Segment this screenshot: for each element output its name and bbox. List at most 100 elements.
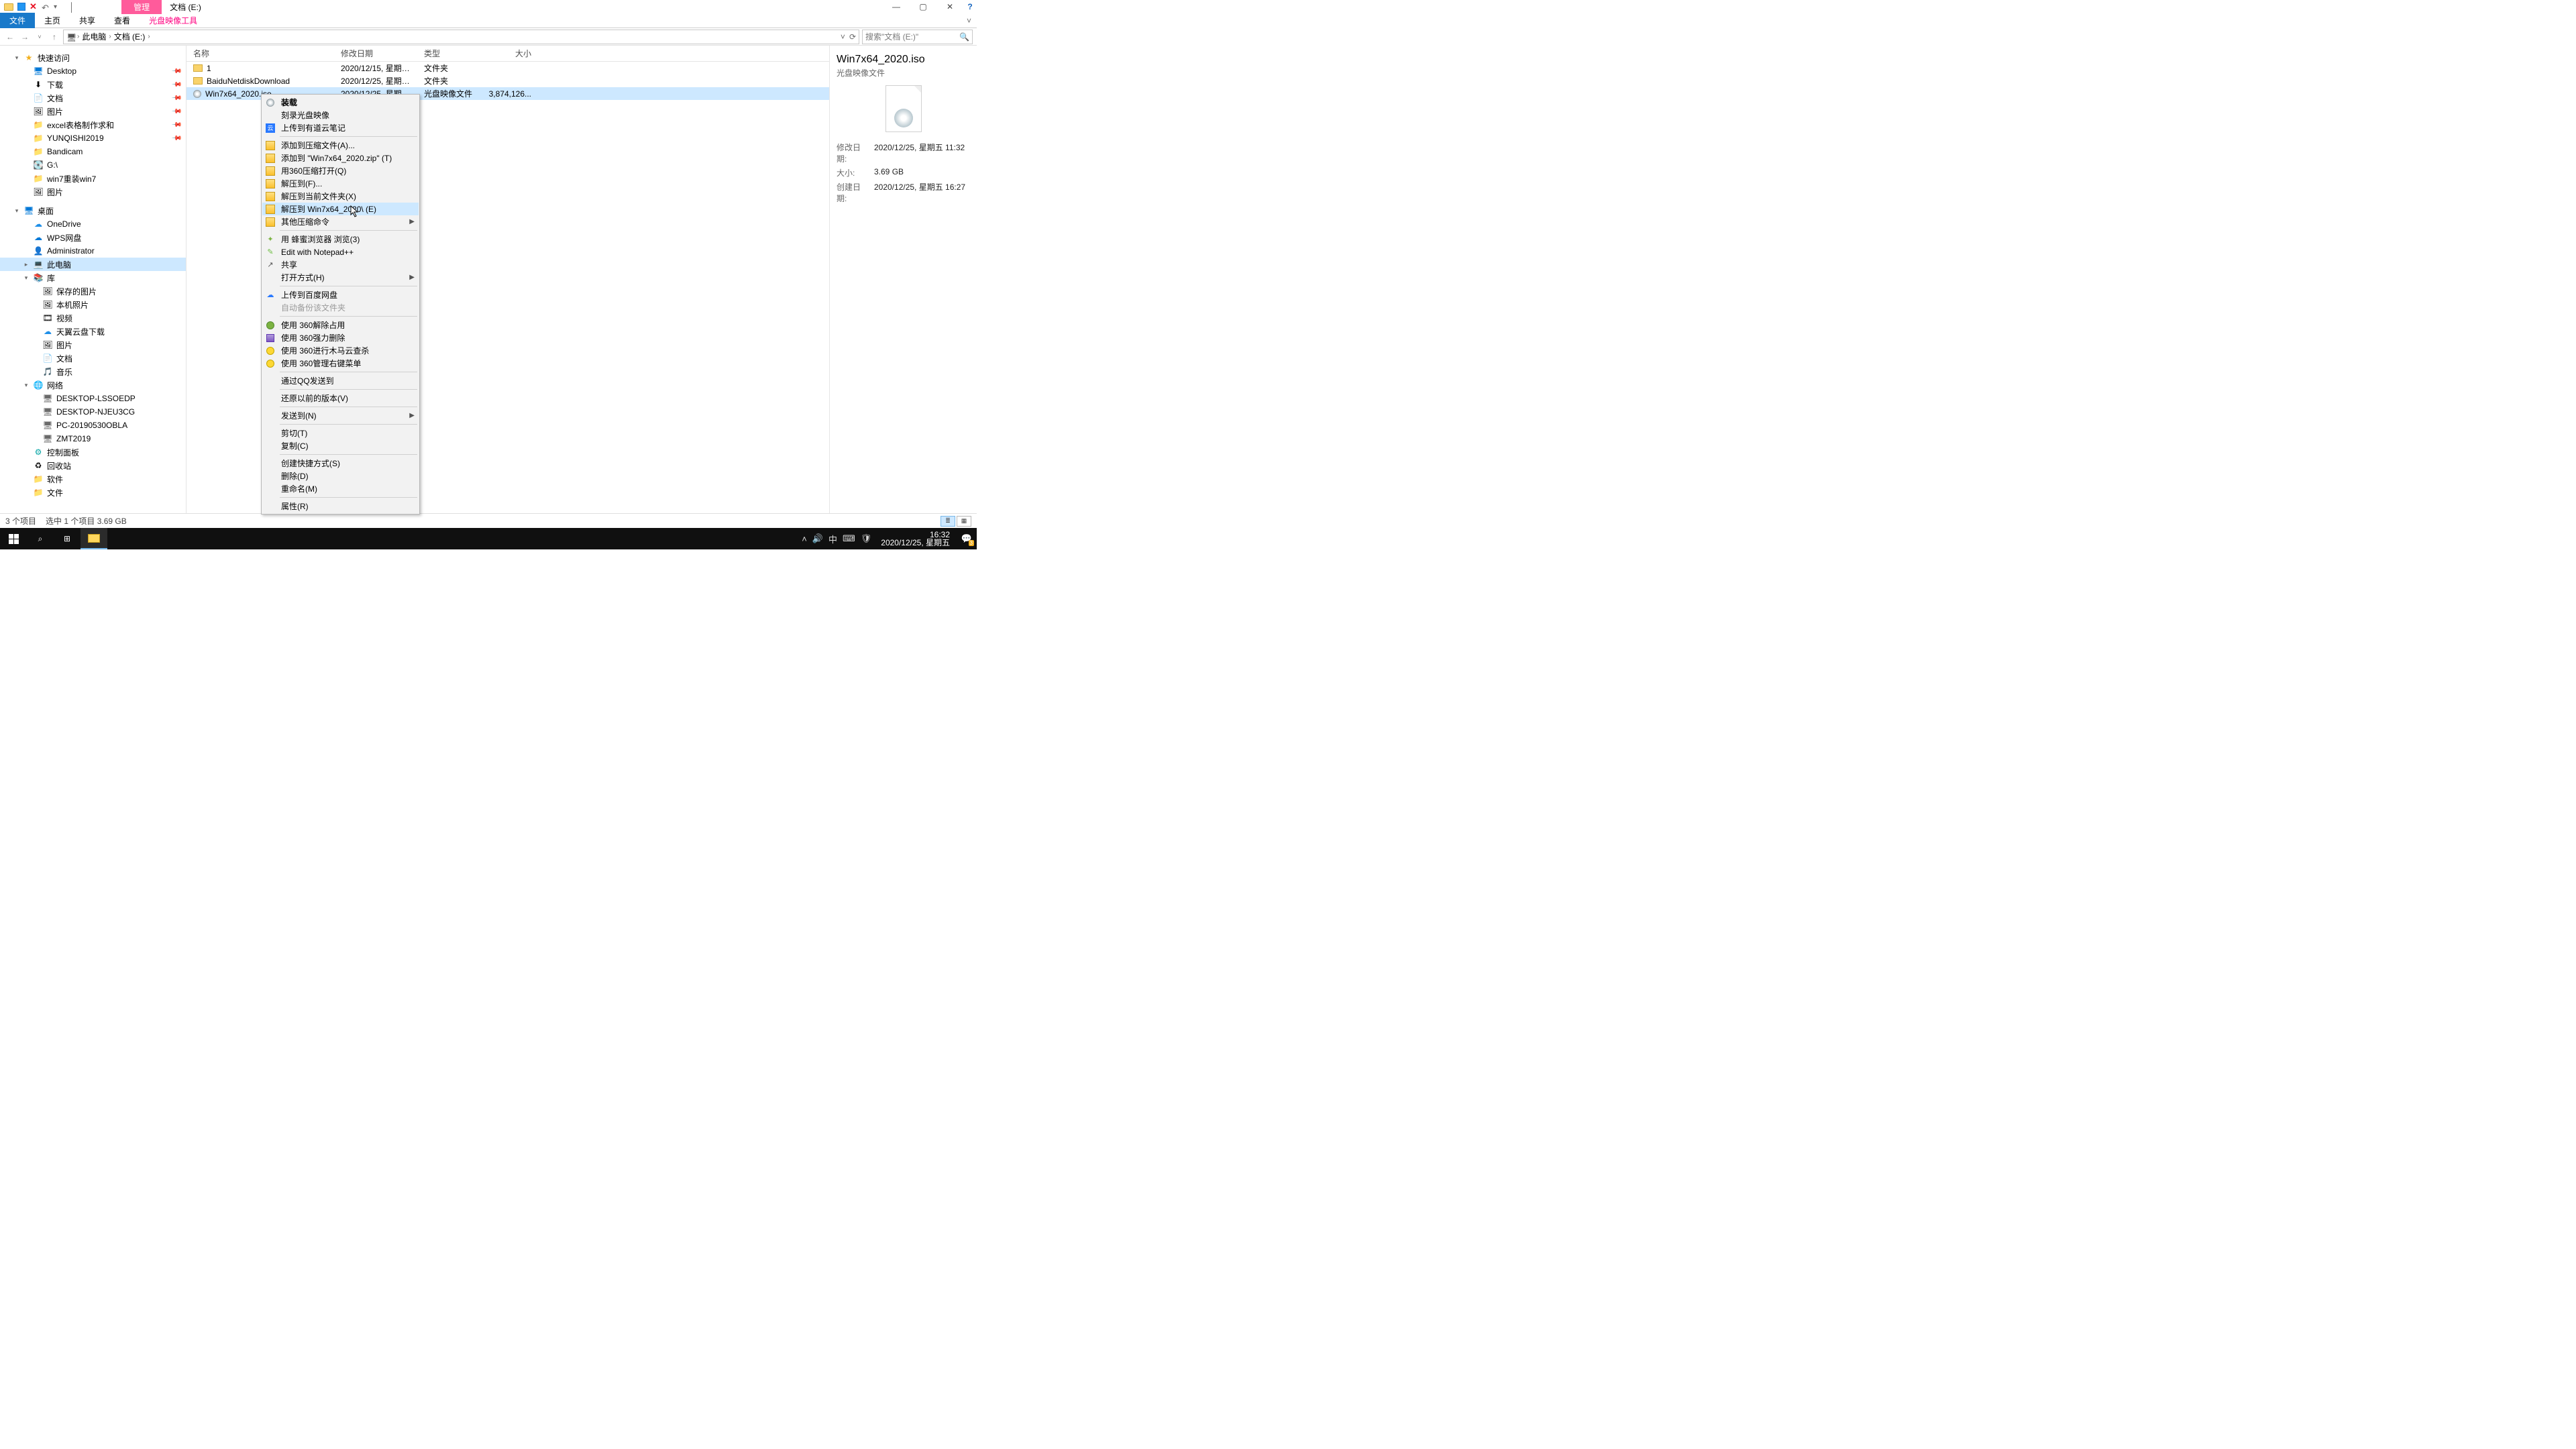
address-dropdown-icon[interactable]: ˅ xyxy=(841,32,845,42)
breadcrumb-root[interactable]: 此电脑 xyxy=(82,31,106,42)
context-menu-item[interactable]: 用360压缩打开(Q) xyxy=(262,164,419,177)
nav-item[interactable]: 📁YUNQISHI2019📌 xyxy=(0,131,186,145)
qat-save-icon[interactable] xyxy=(17,3,25,11)
context-menu-item[interactable]: 剪切(T) xyxy=(262,427,419,439)
nav-item[interactable]: ▾★快速访问 xyxy=(0,51,186,64)
column-header-date[interactable]: 修改日期 xyxy=(334,48,417,59)
context-menu-item[interactable]: 重命名(M) xyxy=(262,482,419,495)
nav-forward-button[interactable]: → xyxy=(19,31,31,43)
tree-chevron-icon[interactable]: ▾ xyxy=(13,54,20,62)
nav-item[interactable]: 📄文档 xyxy=(0,352,186,365)
nav-item[interactable]: 📁Bandicam xyxy=(0,145,186,158)
chevron-right-icon[interactable]: › xyxy=(148,33,150,40)
nav-history-dropdown[interactable]: ˅ xyxy=(34,31,46,43)
context-menu-item[interactable]: 打开方式(H)▶ xyxy=(262,271,419,284)
nav-item[interactable]: ⚙控制面板 xyxy=(0,445,186,459)
column-header-size[interactable]: 大小 xyxy=(486,48,538,59)
context-menu-item[interactable]: 创建快捷方式(S) xyxy=(262,457,419,470)
nav-item[interactable]: 📁excel表格制作求和📌 xyxy=(0,118,186,131)
taskbar-search-button[interactable]: ⌕ xyxy=(27,528,54,549)
context-menu-item[interactable]: 使用 360强力删除 xyxy=(262,331,419,344)
context-menu-item[interactable]: ↗共享 xyxy=(262,258,419,271)
start-button[interactable] xyxy=(0,528,27,549)
context-menu-item[interactable]: 云上传到有道云笔记 xyxy=(262,121,419,134)
context-menu-item[interactable]: 添加到压缩文件(A)... xyxy=(262,139,419,152)
chevron-right-icon[interactable]: › xyxy=(77,33,79,40)
context-menu-item[interactable]: 使用 360进行木马云查杀 xyxy=(262,344,419,357)
context-menu-item[interactable]: 属性(R) xyxy=(262,500,419,513)
nav-item[interactable]: 🖥Desktop📌 xyxy=(0,64,186,78)
qat-delete-icon[interactable]: ✕ xyxy=(30,3,38,11)
nav-item[interactable]: 🖥DESKTOP-LSSOEDP xyxy=(0,392,186,405)
context-menu-item[interactable]: 解压到当前文件夹(X) xyxy=(262,190,419,203)
tree-chevron-icon[interactable]: ▾ xyxy=(23,382,30,389)
context-menu-item[interactable]: 还原以前的版本(V) xyxy=(262,392,419,405)
column-header-name[interactable]: 名称 xyxy=(186,48,334,59)
context-menu-item[interactable]: 解压到(F)... xyxy=(262,177,419,190)
tree-chevron-icon[interactable]: ▾ xyxy=(23,274,30,282)
context-menu-item[interactable]: ✦用 蜂蜜浏览器 浏览(3) xyxy=(262,233,419,246)
file-row[interactable]: BaiduNetdiskDownload2020/12/25, 星期五 1...… xyxy=(186,74,829,87)
search-input[interactable]: 搜索"文档 (E:)" 🔍 xyxy=(862,30,973,44)
nav-item[interactable]: 🖼图片 xyxy=(0,338,186,352)
taskbar-explorer-button[interactable] xyxy=(80,528,107,549)
file-row[interactable]: 12020/12/15, 星期二 1...文件夹 xyxy=(186,62,829,74)
nav-item[interactable]: 👤Administrator xyxy=(0,244,186,258)
nav-item[interactable]: 📁win7重装win7 xyxy=(0,172,186,185)
nav-item[interactable]: ▾🖥桌面 xyxy=(0,204,186,217)
action-center-button[interactable]: 💬 3 xyxy=(959,531,974,546)
tray-ime-icon[interactable]: 中 xyxy=(828,533,837,545)
nav-item[interactable]: 🖥ZMT2019 xyxy=(0,432,186,445)
view-thumbnails-button[interactable]: ▦ xyxy=(957,516,971,527)
breadcrumb-drive[interactable]: 文档 (E:) xyxy=(114,31,146,42)
context-menu-item[interactable]: 通过QQ发送到 xyxy=(262,374,419,387)
nav-item[interactable]: 🖼本机照片 xyxy=(0,298,186,311)
ribbon-tab-home[interactable]: 主页 xyxy=(35,13,70,28)
taskbar-clock[interactable]: 16:32 2020/12/25, 星期五 xyxy=(877,529,954,548)
tray-volume-icon[interactable]: 🔊 xyxy=(812,533,823,544)
nav-item[interactable]: ☁WPS网盘 xyxy=(0,231,186,244)
task-view-button[interactable]: ⊞ xyxy=(54,528,80,549)
tree-chevron-icon[interactable]: ▾ xyxy=(13,207,20,215)
nav-item[interactable]: 🎵音乐 xyxy=(0,365,186,378)
breadcrumb[interactable]: 🖥 › 此电脑 › 文档 (E:) › ˅ ⟳ xyxy=(63,30,859,44)
help-button[interactable]: ? xyxy=(963,0,977,13)
context-menu-item[interactable]: ✎Edit with Notepad++ xyxy=(262,246,419,258)
context-menu-item[interactable]: 添加到 "Win7x64_2020.zip" (T) xyxy=(262,152,419,164)
context-menu-item[interactable]: 解压到 Win7x64_2020\ (E) xyxy=(262,203,419,215)
nav-item[interactable]: ♻回收站 xyxy=(0,459,186,472)
ribbon-tab-file[interactable]: 文件 xyxy=(0,13,35,28)
nav-item[interactable]: ☁OneDrive xyxy=(0,217,186,231)
nav-item[interactable]: 🖥DESKTOP-NJEU3CG xyxy=(0,405,186,419)
context-menu-item[interactable]: 复制(C) xyxy=(262,439,419,452)
nav-item[interactable]: ▾🌐网络 xyxy=(0,378,186,392)
chevron-right-icon[interactable]: › xyxy=(109,33,111,40)
nav-item[interactable]: 🖼图片📌 xyxy=(0,105,186,118)
ribbon-expand-icon[interactable]: ˅ xyxy=(967,16,977,25)
minimize-button[interactable]: — xyxy=(883,0,910,13)
context-menu-item[interactable]: 发送到(N)▶ xyxy=(262,409,419,422)
nav-item[interactable]: 🎞视频 xyxy=(0,311,186,325)
nav-up-button[interactable]: ↑ xyxy=(48,31,60,43)
nav-item[interactable]: ▸💻此电脑 xyxy=(0,258,186,271)
refresh-icon[interactable]: ⟳ xyxy=(849,32,856,42)
ribbon-tab-view[interactable]: 查看 xyxy=(105,13,140,28)
nav-item[interactable]: 📄文档📌 xyxy=(0,91,186,105)
nav-item[interactable]: ▾📚库 xyxy=(0,271,186,284)
context-menu-item[interactable]: 删除(D) xyxy=(262,470,419,482)
ribbon-tab-share[interactable]: 共享 xyxy=(70,13,105,28)
tray-shield-icon[interactable]: 🛡 xyxy=(861,533,872,544)
nav-item[interactable]: 💽G:\ xyxy=(0,158,186,172)
nav-item[interactable]: 📁文件 xyxy=(0,486,186,499)
context-menu-item[interactable]: 其他压缩命令▶ xyxy=(262,215,419,228)
context-menu-item[interactable]: ☁上传到百度网盘 xyxy=(262,288,419,301)
context-menu-item[interactable]: 刻录光盘映像 xyxy=(262,109,419,121)
nav-item[interactable]: 🖥PC-20190530OBLA xyxy=(0,419,186,432)
tray-chevron-up-icon[interactable]: ˄ xyxy=(802,534,807,544)
tray-keyboard-icon[interactable]: ⌨ xyxy=(843,533,855,544)
nav-item[interactable]: 📁软件 xyxy=(0,472,186,486)
tree-chevron-icon[interactable]: ▸ xyxy=(23,261,30,268)
ribbon-tab-disc-tools[interactable]: 光盘映像工具 xyxy=(140,13,207,28)
context-menu-item[interactable]: 装载 xyxy=(262,96,419,109)
context-menu-item[interactable]: 使用 360管理右键菜单 xyxy=(262,357,419,370)
